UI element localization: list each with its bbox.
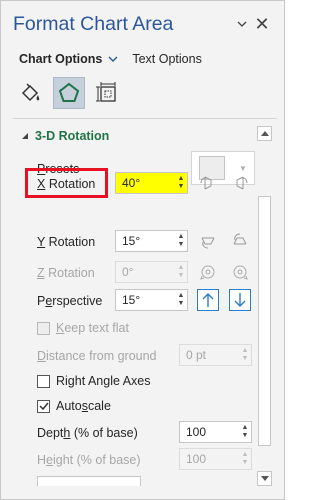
y-rotate-down-button[interactable] [229,230,251,252]
spinner-arrows[interactable]: ▲ ▼ [175,231,187,251]
right-angle-checkbox[interactable] [37,374,50,388]
perspective-label: Perspective [37,294,103,308]
z-rotate-cw-button [229,261,251,283]
y-rotation-value[interactable]: 15° [116,234,175,248]
spinner-arrows: ▲ ▼ [177,264,185,279]
spinner-arrows: ▲ ▼ [241,451,249,466]
perspective-spinner[interactable]: 15° ▲ ▼ [115,289,188,311]
spinner-arrows: ▲ ▼ [241,347,249,362]
tab-effects[interactable] [53,77,85,109]
distance-label: Distance from ground [37,349,157,363]
pane-options-dropdown[interactable] [231,13,253,35]
tab-fill-line[interactable] [15,77,47,109]
rotate-cw-icon [233,265,248,280]
x-rotation-value[interactable]: 40° [116,176,175,190]
y-rotation-label: Y Rotation [37,235,96,249]
arrow-down-icon [234,293,246,307]
y-rotate-up-button[interactable] [197,230,219,252]
right-angle-label[interactable]: Right Angle Axes [56,374,151,388]
scroll-thumb[interactable] [258,196,271,446]
scroll-up-button[interactable] [257,126,272,141]
clipped-control [37,476,141,486]
triangle-down-icon [260,476,269,481]
perspective-row: Perspective [37,294,102,308]
autoscale-checkbox[interactable] [37,399,50,413]
depth-label: Depth (% of base) [37,426,138,440]
close-icon: ✕ [254,13,270,34]
category-icon-tabs [15,77,129,109]
options-tabs: Chart Options Text Options [19,52,202,66]
height-value: 100 [186,452,207,466]
pane-title: Format Chart Area [13,13,174,35]
autoscale-label[interactable]: Autoscale [56,399,111,413]
fill-line-icon [21,83,40,102]
height-label: Height (% of base) [37,453,141,467]
distance-row: Distance from ground [37,349,157,363]
height-spinner: 100 ▲ ▼ [179,448,252,470]
keep-text-flat-label: Keep text flat [56,321,129,335]
rotate-right-icon [236,176,248,190]
rotate-up-icon [201,237,215,249]
right-angle-row: Right Angle Axes [37,374,151,388]
scroll-content: 3-D Rotation Presets ▼ X Rotation 40° ▲ ▼ [1,126,256,486]
rotate-ccw-icon [200,265,215,280]
keep-text-flat-checkbox [37,321,50,335]
x-rotation-label: X Rotation [37,177,96,191]
tab-size-properties[interactable] [91,77,123,109]
close-button[interactable]: ✕ [251,13,273,35]
rotate-left-icon [200,176,212,190]
tab-chart-options[interactable]: Chart Options [19,52,102,66]
header-divider [13,118,277,119]
z-rotation-spinner: 0° ▲ ▼ [115,261,188,283]
triangle-up-icon [260,131,269,136]
x-rotate-right-button[interactable] [229,172,251,194]
perspective-value[interactable]: 15° [116,293,175,307]
z-rotation-row: Z Rotation [37,266,95,280]
spinner-arrows[interactable]: ▲ ▼ [175,173,187,193]
collapse-triangle-icon [21,132,29,140]
depth-spinner[interactable]: 100 ▲ ▼ [179,421,252,443]
autoscale-row: Autoscale [37,399,111,413]
tab-text-options[interactable]: Text Options [132,52,201,66]
size-properties-icon [96,82,116,102]
chevron-down-icon [237,21,247,27]
z-rotation-label: Z Rotation [37,266,95,280]
chevron-down-icon [108,56,118,62]
x-rotation-row: X Rotation [37,177,95,191]
checkmark-icon [38,402,49,411]
distance-spinner: 0 pt ▲ ▼ [179,344,252,366]
rotate-down-icon [233,233,247,245]
height-row: Height (% of base) [37,453,141,467]
spinner-arrows[interactable]: ▲ ▼ [175,290,187,310]
arrow-up-icon [202,293,214,307]
format-chart-area-pane: Format Chart Area ✕ Chart Options Text O… [0,0,285,500]
z-rotate-ccw-button [197,261,219,283]
y-rotation-row: Y Rotation [37,235,95,249]
z-rotation-value: 0° [122,265,134,279]
keep-text-flat-row: Keep text flat [37,321,129,335]
x-rotation-spinner[interactable]: 40° ▲ ▼ [115,172,188,194]
section-3d-rotation[interactable]: 3-D Rotation [21,129,109,143]
y-rotation-spinner[interactable]: 15° ▲ ▼ [115,230,188,252]
tab-chart-options-dropdown[interactable] [108,56,118,62]
distance-value: 0 pt [186,348,207,362]
x-rotate-left-button[interactable] [197,172,219,194]
scroll-track[interactable] [257,141,272,471]
effects-icon [58,82,80,102]
vertical-scrollbar[interactable] [257,126,272,486]
perspective-decrease-button[interactable] [229,289,251,311]
depth-value[interactable]: 100 [180,425,239,439]
scroll-down-button[interactable] [257,471,272,486]
section-title-label: 3-D Rotation [35,129,110,143]
depth-row: Depth (% of base) [37,426,138,440]
spinner-arrows[interactable]: ▲ ▼ [239,422,251,442]
perspective-increase-button[interactable] [197,289,219,311]
